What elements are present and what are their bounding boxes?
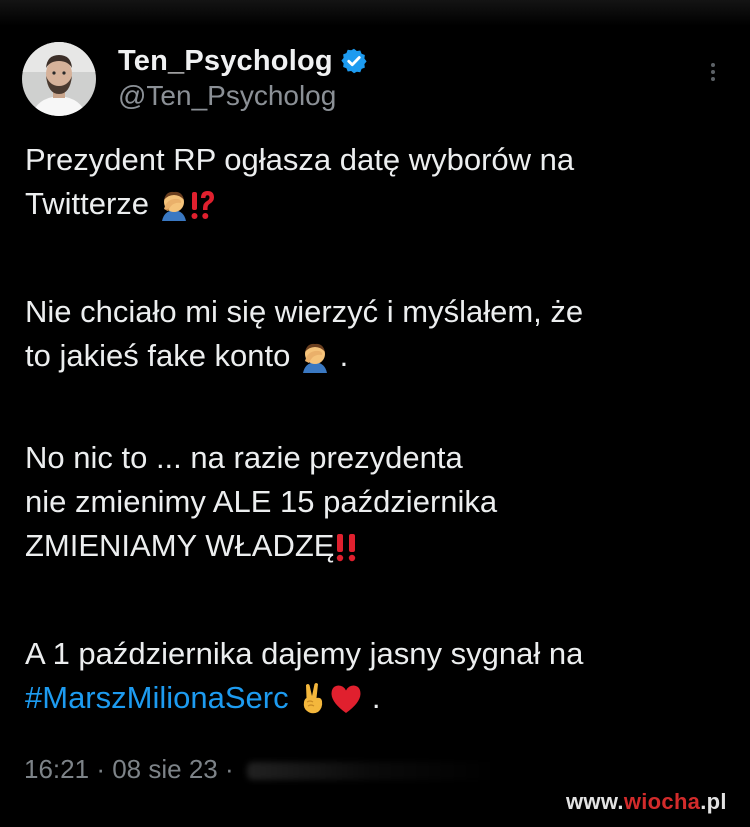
facepalm-icon — [158, 189, 190, 233]
tweet-line-period: . — [339, 338, 349, 373]
tweet-line: No nic to ... na razie prezydenta — [25, 440, 463, 475]
tweet-meta: 16:21 · 08 sie 23 · — [24, 754, 497, 785]
tweet-line-period: . — [371, 680, 381, 715]
tweet-date[interactable]: 08 sie 23 — [112, 754, 218, 784]
tweet-paragraph-2: Nie chciało mi się wierzyć i myślałem, ż… — [25, 290, 583, 378]
tweet-line: A 1 października dajemy jasny sygnał na — [25, 636, 584, 671]
tweet-paragraph-3: No nic to ... na razie prezydenta nie zm… — [25, 436, 497, 568]
hashtag-link[interactable]: #MarszMilionaSerc — [25, 680, 289, 715]
red-heart-icon — [329, 683, 363, 727]
double-exclamation-icon — [334, 531, 360, 575]
tweet-line: Nie chciało mi się wierzyć i myślałem, ż… — [25, 294, 584, 329]
author-name[interactable]: Ten_Psycholog — [118, 45, 333, 78]
tweet-line-with-emoji: Twitterze — [25, 182, 574, 226]
more-options-icon[interactable] — [706, 60, 720, 94]
meta-separator: · — [96, 754, 105, 784]
tweet-line-text: Twitterze — [25, 186, 150, 221]
tweet-line-with-emoji: to jakieś fake konto . — [25, 334, 583, 378]
tweet-line-text: to jakieś fake konto — [25, 338, 291, 373]
victory-hand-icon — [297, 681, 329, 727]
watermark-suffix: .pl — [700, 789, 727, 814]
tweet-line-with-emoji: #MarszMilionaSerc . — [25, 676, 583, 720]
watermark-prefix: www. — [566, 789, 624, 814]
tweet-card: Ten_Psycholog @Ten_Psycholog Prezydent R… — [0, 0, 750, 827]
tweet-line: nie zmienimy ALE 15 października — [25, 484, 498, 519]
tweet-line-text: ZMIENIAMY WŁADZĘ — [25, 528, 335, 563]
exclamation-question-icon — [190, 189, 216, 233]
verified-badge-icon — [340, 47, 368, 75]
watermark-brand: wiocha — [623, 789, 701, 814]
tweet-time[interactable]: 16:21 — [24, 754, 89, 784]
meta-separator: · — [224, 754, 234, 784]
tweet-paragraph-1: Prezydent RP ogłasza datę wyborów na Twi… — [25, 138, 574, 226]
site-watermark: www.wiocha.pl — [566, 789, 727, 815]
tweet-line: Prezydent RP ogłasza datę wyborów na — [25, 142, 575, 177]
tweet-paragraph-4: A 1 października dajemy jasny sygnał na … — [25, 632, 583, 720]
blurred-view-count — [246, 762, 497, 781]
tweet-line-with-emoji: ZMIENIAMY WŁADZĘ — [25, 524, 497, 568]
author-handle[interactable]: @Ten_Psycholog — [118, 80, 336, 112]
facepalm-icon — [299, 341, 331, 385]
author-name-row: Ten_Psycholog — [118, 42, 368, 80]
avatar[interactable] — [22, 42, 96, 116]
